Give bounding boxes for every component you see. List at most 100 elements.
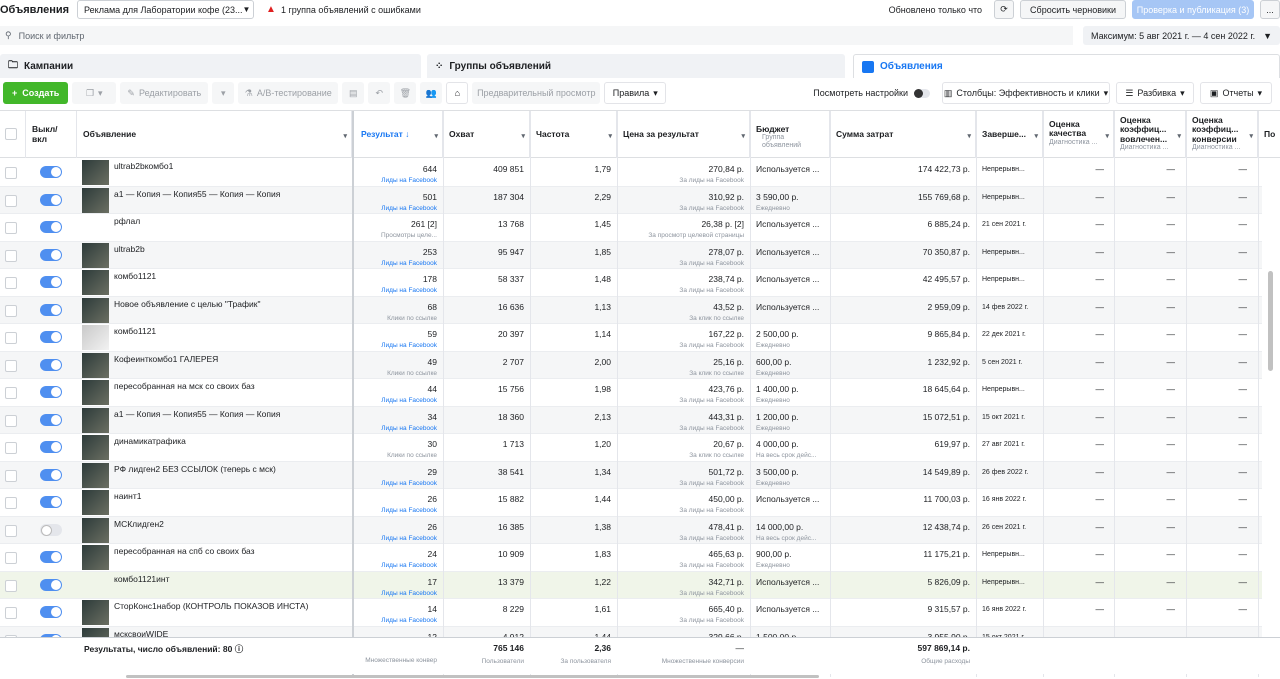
row-checkbox[interactable] bbox=[5, 442, 17, 454]
ad-toggle[interactable] bbox=[40, 193, 62, 206]
table-row[interactable]: Кофеинткомбо1 ГАЛЕРЕЯ 49 Клики по ссылке 2 … bbox=[0, 351, 1262, 379]
ad-name[interactable]: Новое объявление с целью "Трафик" bbox=[114, 299, 261, 309]
table-row[interactable]: пересобранная на спб со своих баз 24 Лиды … bbox=[0, 544, 1262, 572]
row-checkbox[interactable] bbox=[5, 524, 17, 537]
search-input[interactable]: ⚲ Поиск и фильтр bbox=[0, 26, 1074, 45]
row-checkbox[interactable] bbox=[5, 387, 17, 399]
ad-name[interactable]: наинт1 bbox=[114, 491, 141, 501]
table-row[interactable]: а1 — Копия — Копия55 — Копия — Копия 501 Л… bbox=[0, 186, 1262, 214]
col-reach[interactable]: Охват ▾ bbox=[443, 111, 530, 158]
refresh-button[interactable]: ⟳ bbox=[994, 0, 1015, 19]
row-checkbox[interactable] bbox=[5, 607, 17, 619]
columns-button[interactable]: ▥ Столбцы: Эффективность и клики ▾ bbox=[942, 82, 1110, 104]
ad-toggle[interactable] bbox=[40, 221, 62, 233]
col-result[interactable]: Результат ↓ ▾ bbox=[355, 111, 443, 158]
ad-toggle[interactable] bbox=[40, 413, 62, 426]
rules-button[interactable]: Правила ▾ bbox=[604, 82, 667, 104]
edit-menu-button[interactable]: ▾ bbox=[212, 82, 235, 104]
error-warning[interactable]: ▲ 1 группа объявлений с ошибками bbox=[266, 4, 421, 15]
col-budget[interactable]: Бюджет Группа объявлений bbox=[750, 111, 830, 158]
ad-toggle[interactable] bbox=[40, 551, 62, 563]
table-row[interactable]: комбо1121 178 Лиды на Facebook 58 337 1,48 23… bbox=[0, 269, 1262, 297]
row-checkbox[interactable] bbox=[5, 332, 17, 344]
row-checkbox[interactable] bbox=[5, 222, 17, 234]
col-quality[interactable]: Оценка качества Диагностика ... ▾ bbox=[1043, 111, 1114, 158]
table-row[interactable]: ultrab2bкомбо1 644 Лиды на Facebook 409 851… bbox=[0, 159, 1262, 187]
reports-button[interactable]: ▣ Отчеты ▾ bbox=[1200, 82, 1272, 104]
table-row[interactable]: ultrab2b 253 Лиды на Facebook 95 947 1,85 278… bbox=[0, 241, 1262, 269]
ad-name[interactable]: комбо1121 bbox=[114, 271, 156, 281]
ad-toggle[interactable] bbox=[40, 441, 62, 453]
ad-toggle[interactable] bbox=[40, 331, 62, 343]
view-settings-toggle[interactable] bbox=[914, 88, 930, 98]
col-ends[interactable]: Заверше... ▾ bbox=[976, 111, 1043, 158]
table-row[interactable]: рфлал 261 [2] Просмотры целе... 13 768 1,45 2… bbox=[0, 214, 1262, 242]
tab-campaigns[interactable]: 🗀 Кампании bbox=[0, 54, 421, 78]
audience-button[interactable]: 👥 bbox=[420, 82, 443, 104]
create-button[interactable]: + Создать bbox=[3, 82, 69, 104]
table-row[interactable]: наинт1 26 Лиды на Facebook 15 882 1,44 450,00… bbox=[0, 489, 1262, 517]
col-cost-per-result[interactable]: Цена за результат ▾ bbox=[617, 111, 750, 158]
vertical-scrollbar[interactable] bbox=[1268, 271, 1273, 371]
publish-button[interactable]: Проверка и публикация (3) bbox=[1132, 0, 1254, 19]
tag-button[interactable]: ⌂ bbox=[446, 82, 469, 104]
breakdown-button[interactable]: ☰ Разбивка ▾ bbox=[1116, 82, 1194, 104]
table-row[interactable]: комбо1121 59 Лиды на Facebook 20 397 1,14 167… bbox=[0, 324, 1262, 352]
ad-name[interactable]: СторКонс1набор (КОНТРОЛЬ ПОКАЗОВ ИНСТА) bbox=[114, 601, 308, 611]
preview-button[interactable]: Предварительный просмотр bbox=[472, 82, 601, 104]
row-checkbox[interactable] bbox=[5, 359, 17, 372]
row-checkbox[interactable] bbox=[5, 414, 17, 427]
row-checkbox[interactable] bbox=[5, 469, 17, 482]
select-all-checkbox[interactable] bbox=[5, 128, 17, 140]
ad-name[interactable]: МСКлидген2 bbox=[114, 519, 164, 529]
table-row[interactable]: а1 — Копия — Копия55 — Копия — Копия 34 Ли… bbox=[0, 406, 1262, 434]
col-toggle[interactable]: Выкл/ вкл bbox=[26, 111, 77, 158]
col-extra[interactable]: По bbox=[1258, 111, 1280, 158]
ad-toggle[interactable] bbox=[40, 578, 62, 591]
ad-name[interactable]: ultrab2b bbox=[114, 244, 145, 254]
ad-toggle[interactable] bbox=[40, 606, 62, 618]
ad-toggle[interactable] bbox=[40, 276, 62, 288]
col-ad[interactable]: Объявление ▾ bbox=[77, 111, 352, 158]
account-select[interactable]: Реклама для Лаборатории кофе (23... ▼ bbox=[77, 0, 255, 19]
reset-drafts-button[interactable]: Сбросить черновики bbox=[1020, 0, 1126, 19]
clipboard-button[interactable]: ▤ bbox=[342, 82, 365, 104]
ad-name[interactable]: пересобранная на мск со своих баз bbox=[114, 381, 255, 391]
row-checkbox[interactable] bbox=[5, 277, 17, 289]
edit-button[interactable]: ✎ Редактировать bbox=[120, 82, 209, 104]
table-row[interactable]: РФ лидген2 БЕЗ ССЫЛОК (теперь с мск) 29 Ли… bbox=[0, 461, 1262, 489]
ad-name[interactable]: а1 — Копия — Копия55 — Копия — Копия bbox=[114, 189, 280, 199]
row-checkbox[interactable] bbox=[5, 497, 17, 509]
ad-toggle[interactable] bbox=[40, 523, 62, 536]
ad-toggle[interactable] bbox=[40, 248, 62, 261]
ad-name[interactable]: комбо1121 bbox=[114, 326, 156, 336]
table-row[interactable]: Новое объявление с целью "Трафик" 68 Клики… bbox=[0, 296, 1262, 324]
ad-name[interactable]: комбо1121инт bbox=[114, 574, 170, 584]
ab-test-button[interactable]: ⚗ A/B-тестирование bbox=[238, 82, 339, 104]
col-frequency[interactable]: Частота ▾ bbox=[530, 111, 617, 158]
col-conversion[interactable]: Оценка коэффиц... конверсии Диагностика .… bbox=[1186, 111, 1258, 158]
col-spend[interactable]: Сумма затрат ▾ bbox=[830, 111, 976, 158]
ad-name[interactable]: динамикатрафика bbox=[114, 436, 186, 446]
undo-button[interactable]: ↶ bbox=[368, 82, 391, 104]
row-checkbox[interactable] bbox=[5, 304, 17, 317]
ad-toggle[interactable] bbox=[40, 496, 62, 508]
row-checkbox[interactable] bbox=[5, 552, 17, 564]
delete-button[interactable]: 🗑 bbox=[394, 82, 417, 104]
tab-ads[interactable]: Объявления bbox=[853, 54, 1280, 78]
col-engagement[interactable]: Оценка коэффиц... вовлечен... Диагностика… bbox=[1114, 111, 1186, 158]
row-checkbox[interactable] bbox=[5, 249, 17, 262]
ad-toggle[interactable] bbox=[40, 303, 62, 316]
ad-name[interactable]: РФ лидген2 БЕЗ ССЫЛОК (теперь с мск) bbox=[114, 464, 276, 474]
row-checkbox[interactable] bbox=[5, 579, 17, 592]
ad-name[interactable]: а1 — Копия — Копия55 — Копия — Копия bbox=[114, 409, 280, 419]
ad-toggle[interactable] bbox=[40, 386, 62, 398]
date-range-picker[interactable]: Максимум: 5 авг 2021 г. — 4 сен 2022 г. … bbox=[1083, 26, 1280, 45]
row-checkbox[interactable] bbox=[5, 194, 17, 207]
horizontal-scrollbar[interactable] bbox=[126, 675, 819, 678]
more-button[interactable]: ... bbox=[1260, 0, 1280, 19]
tab-adsets[interactable]: ⁘ Группы объявлений bbox=[427, 54, 845, 78]
ad-name[interactable]: пересобранная на спб со своих баз bbox=[114, 546, 255, 556]
ad-toggle[interactable] bbox=[40, 166, 62, 178]
ad-name[interactable]: рфлал bbox=[114, 216, 140, 226]
